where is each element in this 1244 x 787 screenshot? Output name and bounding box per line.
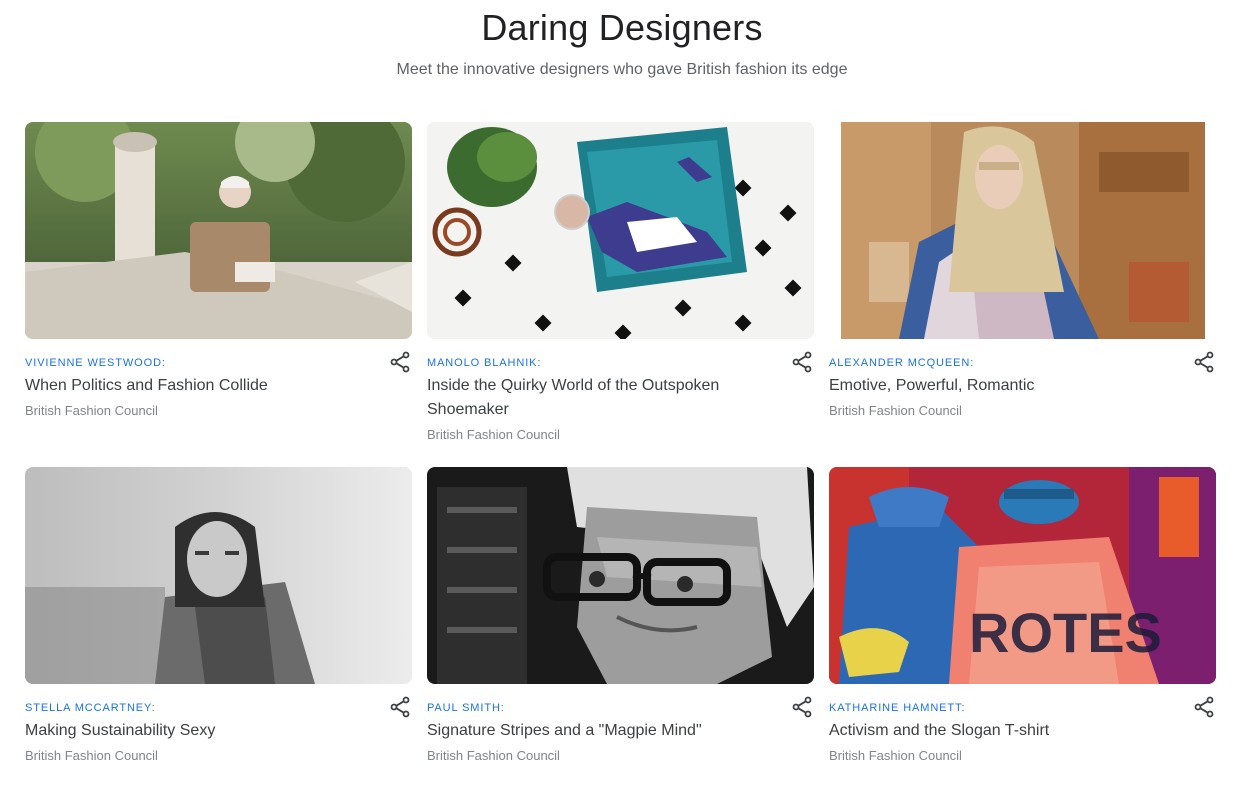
designer-label: MANOLO BLAHNIK: bbox=[427, 357, 542, 369]
card-image[interactable] bbox=[25, 467, 412, 684]
share-icon[interactable] bbox=[388, 695, 412, 719]
card-alexander-mcqueen[interactable]: ALEXANDER MCQUEEN: Emotive, Powerful, Ro… bbox=[829, 122, 1216, 422]
share-icon[interactable] bbox=[1192, 350, 1216, 374]
card-title[interactable]: When Politics and Fashion Collide bbox=[25, 374, 355, 398]
card-stella-mccartney[interactable]: STELLA MCCARTNEY: Making Sustainability … bbox=[25, 467, 412, 767]
card-title[interactable]: Emotive, Powerful, Romantic bbox=[829, 374, 1159, 398]
card-image[interactable] bbox=[427, 122, 814, 339]
card-image[interactable] bbox=[427, 467, 814, 684]
card-source: British Fashion Council bbox=[829, 403, 962, 418]
page-subtitle: Meet the innovative designers who gave B… bbox=[396, 61, 848, 78]
card-manolo-blahnik[interactable]: MANOLO BLAHNIK: Inside the Quirky World … bbox=[427, 122, 814, 442]
card-image[interactable]: ROTES bbox=[829, 467, 1216, 684]
designer-label: STELLA MCCARTNEY: bbox=[25, 702, 156, 714]
card-image[interactable] bbox=[829, 122, 1216, 339]
card-katharine-hamnett[interactable]: ROTES KATHARINE HAMNETT: Activism and th… bbox=[829, 467, 1216, 767]
card-source: British Fashion Council bbox=[427, 427, 560, 442]
designer-label: VIVIENNE WESTWOOD: bbox=[25, 357, 166, 369]
card-title[interactable]: Inside the Quirky World of the Outspoken… bbox=[427, 374, 757, 422]
svg-text:ROTES: ROTES bbox=[969, 601, 1162, 664]
designer-label: PAUL SMITH: bbox=[427, 702, 505, 714]
card-paul-smith[interactable]: PAUL SMITH: Signature Stripes and a "Mag… bbox=[427, 467, 814, 767]
share-icon[interactable] bbox=[790, 695, 814, 719]
card-vivienne-westwood[interactable]: VIVIENNE WESTWOOD: When Politics and Fas… bbox=[25, 122, 412, 422]
card-image[interactable] bbox=[25, 122, 412, 339]
card-source: British Fashion Council bbox=[25, 403, 158, 418]
card-source: British Fashion Council bbox=[427, 748, 560, 763]
designer-label: KATHARINE HAMNETT: bbox=[829, 702, 966, 714]
card-title[interactable]: Signature Stripes and a "Magpie Mind" bbox=[427, 719, 757, 743]
share-icon[interactable] bbox=[1192, 695, 1216, 719]
share-icon[interactable] bbox=[388, 350, 412, 374]
card-source: British Fashion Council bbox=[829, 748, 962, 763]
card-source: British Fashion Council bbox=[25, 748, 158, 763]
share-icon[interactable] bbox=[790, 350, 814, 374]
page-title: Daring Designers bbox=[481, 7, 763, 48]
card-title[interactable]: Making Sustainability Sexy bbox=[25, 719, 355, 743]
card-title[interactable]: Activism and the Slogan T-shirt bbox=[829, 719, 1159, 743]
designer-label: ALEXANDER MCQUEEN: bbox=[829, 357, 975, 369]
